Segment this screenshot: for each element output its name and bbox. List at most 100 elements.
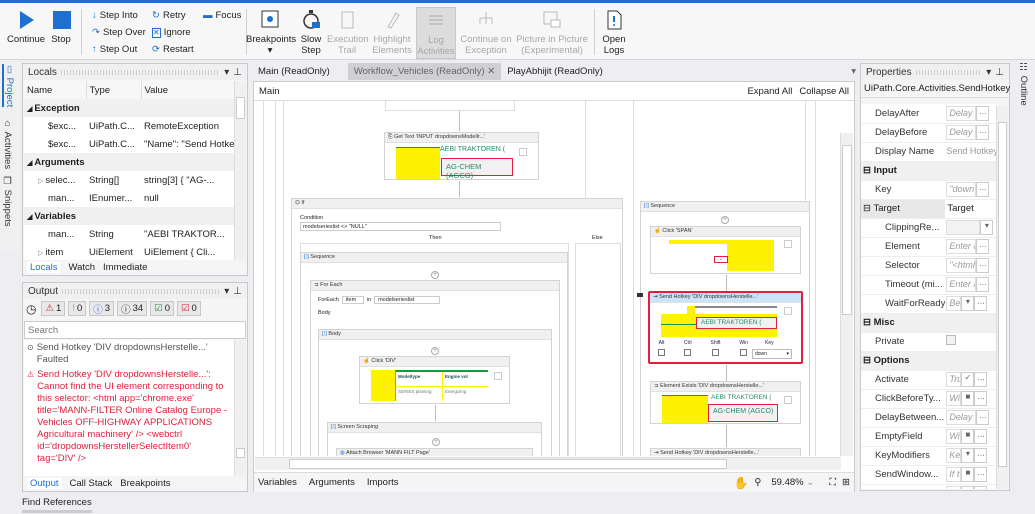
restart-button[interactable]: ⟳ Restart [152,44,194,55]
tabs-overflow-icon[interactable]: ▾ [851,66,856,77]
column-header[interactable]: Type [86,81,142,99]
property-value[interactable]: Delay [946,410,977,425]
column-header[interactable]: Name [24,81,87,99]
zoom-search-icon[interactable]: ⚲ [754,477,761,488]
add-activity-icon[interactable]: + [721,216,729,224]
tab-main[interactable]: Main (ReadOnly) [252,63,336,80]
tab-output[interactable]: Output [27,478,62,489]
step-over-button[interactable]: ↷ Step Over [92,27,146,38]
focus-button[interactable]: ▬ Focus [203,10,241,21]
add-activity-icon[interactable]: + [432,438,440,446]
failed-filter[interactable]: ☑ 0 [176,301,201,316]
warnings-filter[interactable]: ! 0 [68,301,87,316]
ellipsis-button[interactable]: … [974,486,988,489]
property-row[interactable]: Private [861,332,997,352]
ignore-button[interactable]: ✕ Ignore [152,27,191,38]
step-out-button[interactable]: ↑ Step Out [92,44,137,55]
output-search-input[interactable] [24,321,246,339]
send-hotkey-activity-selected[interactable]: ⇥ Send Hotkey 'DIV dropdownsHerstelle...… [648,291,803,364]
locals-group[interactable]: ◢ Arguments [24,153,234,171]
collection-input[interactable]: modelserieslist [374,296,441,304]
expand-all-link[interactable]: Expand All [747,86,792,97]
property-row[interactable]: WaitForReady Be ▾… [861,294,997,314]
log-activities-button[interactable]: Log Activities [416,7,456,59]
slow-step-button[interactable]: Slow Step [298,9,324,56]
output-entry-error[interactable]: ⚠ Send Hotkey 'DIV dropdownsHerstelle...'… [27,369,230,465]
pin-icon[interactable]: ⊥ [233,67,242,78]
condition-input[interactable]: modelserieslist <> "NULL" [300,222,501,231]
picture-in-picture-button[interactable]: Picture in Picture (Experimental) [516,9,588,56]
for-each-activity[interactable]: ⊐ For Each ForEach item in modelserieslist … [310,280,560,456]
property-row[interactable]: DelayAfter Delay… [861,104,997,124]
property-value[interactable] [946,220,981,235]
properties-scrollbar[interactable] [996,106,1008,489]
collapse-all-link[interactable]: Collapse All [799,86,849,97]
send-hotkey-activity[interactable]: ⇥ Send Hotkey 'DIV dropdownsHerstelle...… [650,448,801,456]
highlight-elements-button[interactable]: Highlight Elements [370,9,414,56]
sequence-activity[interactable]: [⁝] Sequence + ⊐ For Each ForEach item in m… [300,252,568,456]
locals-row[interactable]: man... IEnumer... null [24,189,234,207]
property-row[interactable]: DelayBetween... Delay… [861,408,997,428]
continue-button[interactable]: Continue [6,9,46,45]
stop-button[interactable]: Stop [48,9,74,45]
property-value[interactable]: "<html [946,258,977,273]
property-row[interactable]: EmptyField Wi ■… [861,427,997,447]
key-dropdown[interactable]: down ▾ [752,349,792,359]
indeterminate-checkbox-icon[interactable]: ■ [961,391,975,406]
ellipsis-button[interactable]: … [974,467,988,482]
step-into-button[interactable]: ↓ Step Into [92,10,138,21]
property-row[interactable]: SendWindow... If t ■… [861,465,997,485]
checked-checkbox-icon[interactable]: ✓ [961,372,975,387]
ellipsis-button[interactable]: … [974,448,988,463]
collapse-box-icon[interactable]: ⊟ [863,203,873,214]
ellipsis-button[interactable]: … [976,239,990,254]
property-value[interactable]: Delay [946,125,977,140]
success-filter[interactable]: ☑ 0 [150,301,174,316]
tab-breakpoints[interactable]: Breakpoints [120,478,170,489]
fit-to-screen-icon[interactable]: ⛶ [829,477,836,488]
output-entry[interactable]: ⊙ Send Hotkey 'DIV dropdownsHerstelle...'… [27,342,230,366]
else-drop-area[interactable] [575,243,621,456]
project-tab[interactable]: ▯ Project [2,64,15,108]
property-row[interactable]: Selector "<html… [861,256,997,276]
menu-icon[interactable] [519,148,527,156]
ellipsis-button[interactable]: … [974,372,988,387]
pin-icon[interactable]: ⊥ [995,67,1004,78]
variables-tab[interactable]: Variables [258,477,297,488]
breakpoints-button[interactable]: Breakpoints ▾ [246,9,296,56]
column-header[interactable]: Value [141,81,234,99]
modifier-checkbox[interactable]: Win [739,340,748,356]
dropdown-icon[interactable]: ▾ [224,286,229,297]
attach-browser-activity[interactable]: ◍ Attach Browser 'MANN FILT Page' [336,448,533,456]
property-row[interactable]: Display Name Send Hotkey [861,142,997,162]
body-sequence[interactable]: [⁝] Body + ☝ Click 'DIV' Modeltype Engine… [318,329,552,456]
collapse-box-icon[interactable]: ⊟ [863,355,874,366]
dropdown-icon[interactable]: ▾ [986,67,991,78]
workflow-canvas[interactable]: ⎘ Get Text 'INPUT dropdownsModellr...' A… [255,101,841,456]
outline-tab[interactable]: ☷ Outline [1018,62,1029,106]
imports-tab[interactable]: Imports [367,477,399,488]
ellipsis-button[interactable]: … [976,277,990,292]
property-row[interactable]: Timeout (mi... Enter a… [861,275,997,295]
pin-icon[interactable]: ⊥ [233,286,242,297]
canvas-horizontal-scrollbar[interactable] [255,457,841,470]
tab-call-stack[interactable]: Call Stack [70,478,113,489]
item-input[interactable]: item [341,296,364,304]
locals-row[interactable]: $exc... UiPath.C... "Name": "Send Hotkey [24,135,234,153]
ellipsis-button[interactable]: … [976,105,990,121]
collapse-box-icon[interactable]: ⊟ [863,317,874,328]
ellipsis-button[interactable]: … [976,182,990,197]
right-sequence-activity[interactable]: [⁝] Sequence + ☝ Click 'SPAN' ⌄ ⇥ Send H… [637,201,810,456]
execution-trail-button[interactable]: Execution Trail [327,9,369,56]
locals-row[interactable]: ▷ item UiElement UiElement { Cli... [24,243,234,261]
clock-icon[interactable]: ◷ [26,302,36,316]
property-category[interactable]: ⊟ Options [861,351,997,371]
element-exists-activity[interactable]: ⊐ Element Exists 'DIV dropdownsHerstelle… [650,381,801,424]
tab-locals[interactable]: Locals [27,262,61,273]
menu-icon[interactable] [784,240,792,248]
locals-row[interactable]: ▷ selec... String[] string[3] { "AG-... [24,171,234,189]
locals-scrollbar[interactable] [234,81,246,261]
breadcrumb[interactable]: Main [259,86,280,97]
modifier-checkbox[interactable]: Shift [711,340,721,356]
ellipsis-button[interactable]: … [976,258,990,273]
